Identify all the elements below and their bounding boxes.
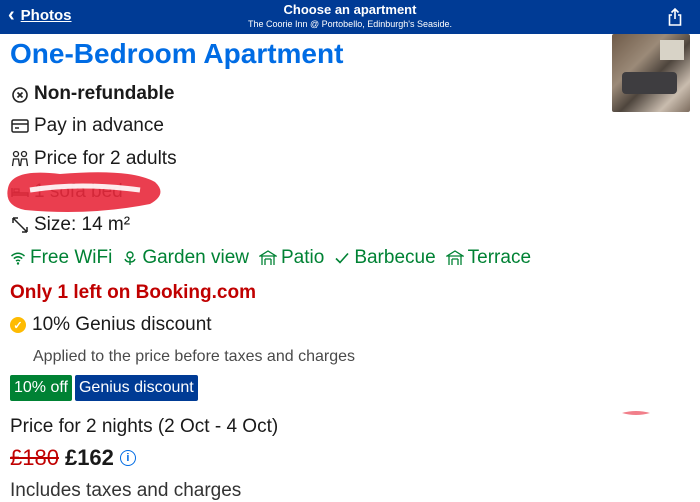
facility-item: Barbecue: [334, 247, 436, 269]
badge-percent-off: 10% off: [10, 375, 72, 401]
price-nights-label: Price for 2 nights (2 Oct - 4 Oct): [10, 416, 279, 437]
facilities-list: Free WiFi Garden view Patio Barbecue Ter…: [10, 247, 541, 269]
nav-title: Choose an apartment: [283, 2, 417, 17]
info-icon[interactable]: i: [119, 450, 136, 466]
feature-pay-in-advance: Pay in advance: [10, 115, 164, 137]
room-title: One-Bedroom Apartment: [10, 38, 344, 69]
feature-bed: 1 sofa bed: [10, 181, 123, 203]
check-icon: [335, 252, 349, 264]
photo-sofa-area: [622, 72, 677, 94]
size-icon: [12, 217, 28, 233]
nav-title-group: Choose an apartment The Coorie Inn @ Por…: [0, 2, 700, 29]
non-refundable-icon: [12, 87, 28, 103]
share-icon[interactable]: [668, 8, 682, 26]
current-price: £162: [64, 445, 114, 470]
facility-label: Patio: [281, 247, 325, 268]
genius-description: Applied to the price before taxes and ch…: [33, 348, 355, 365]
badge-genius: Genius discount: [74, 375, 198, 401]
garden-icon: [124, 251, 136, 265]
nav-subtitle: The Coorie Inn @ Portobello, Edinburgh's…: [248, 19, 452, 29]
red-mark-scribble: [622, 411, 650, 415]
facility-item: Free WiFi: [10, 247, 112, 269]
genius-check-icon: ✓: [10, 317, 26, 333]
feature-label: Size: 14 m²: [34, 214, 131, 235]
terrace-icon: [445, 250, 464, 265]
facility-label: Garden view: [142, 247, 249, 268]
facility-item: Garden view: [122, 247, 249, 269]
wifi-icon: [11, 252, 25, 265]
feature-adults: Price for 2 adults: [10, 148, 177, 170]
photo-window-area: [660, 40, 684, 60]
genius-discount: ✓ 10% Genius discount: [10, 314, 212, 336]
patio-icon: [259, 250, 277, 265]
bed-icon: [11, 188, 29, 197]
facility-item: Patio: [259, 247, 324, 269]
taxes-note: Includes taxes and charges: [10, 480, 242, 501]
facility-item: Terrace: [445, 247, 532, 269]
facility-label: Terrace: [467, 247, 532, 268]
navigation-bar: ‹ Photos Choose an apartment The Coorie …: [0, 0, 700, 34]
feature-label: Pay in advance: [34, 115, 164, 136]
discount-badges: 10% off Genius discount: [10, 375, 198, 401]
genius-title: 10% Genius discount: [32, 314, 212, 335]
facility-label: Free WiFi: [30, 247, 113, 268]
feature-non-refundable: Non-refundable: [10, 83, 174, 105]
price-row: £180 £162 i: [10, 445, 136, 471]
facility-label: Barbecue: [354, 247, 436, 268]
adults-icon: [11, 150, 29, 167]
availability-notice: Only 1 left on Booking.com: [10, 282, 256, 303]
room-photo-thumbnail[interactable]: [612, 34, 690, 112]
feature-size: Size: 14 m²: [10, 214, 130, 236]
original-price: £180: [10, 445, 59, 470]
feature-label: 1 sofa bed: [34, 181, 123, 202]
payment-card-icon: [11, 119, 29, 133]
feature-label: Non-refundable: [34, 83, 175, 104]
feature-label: Price for 2 adults: [34, 148, 177, 169]
